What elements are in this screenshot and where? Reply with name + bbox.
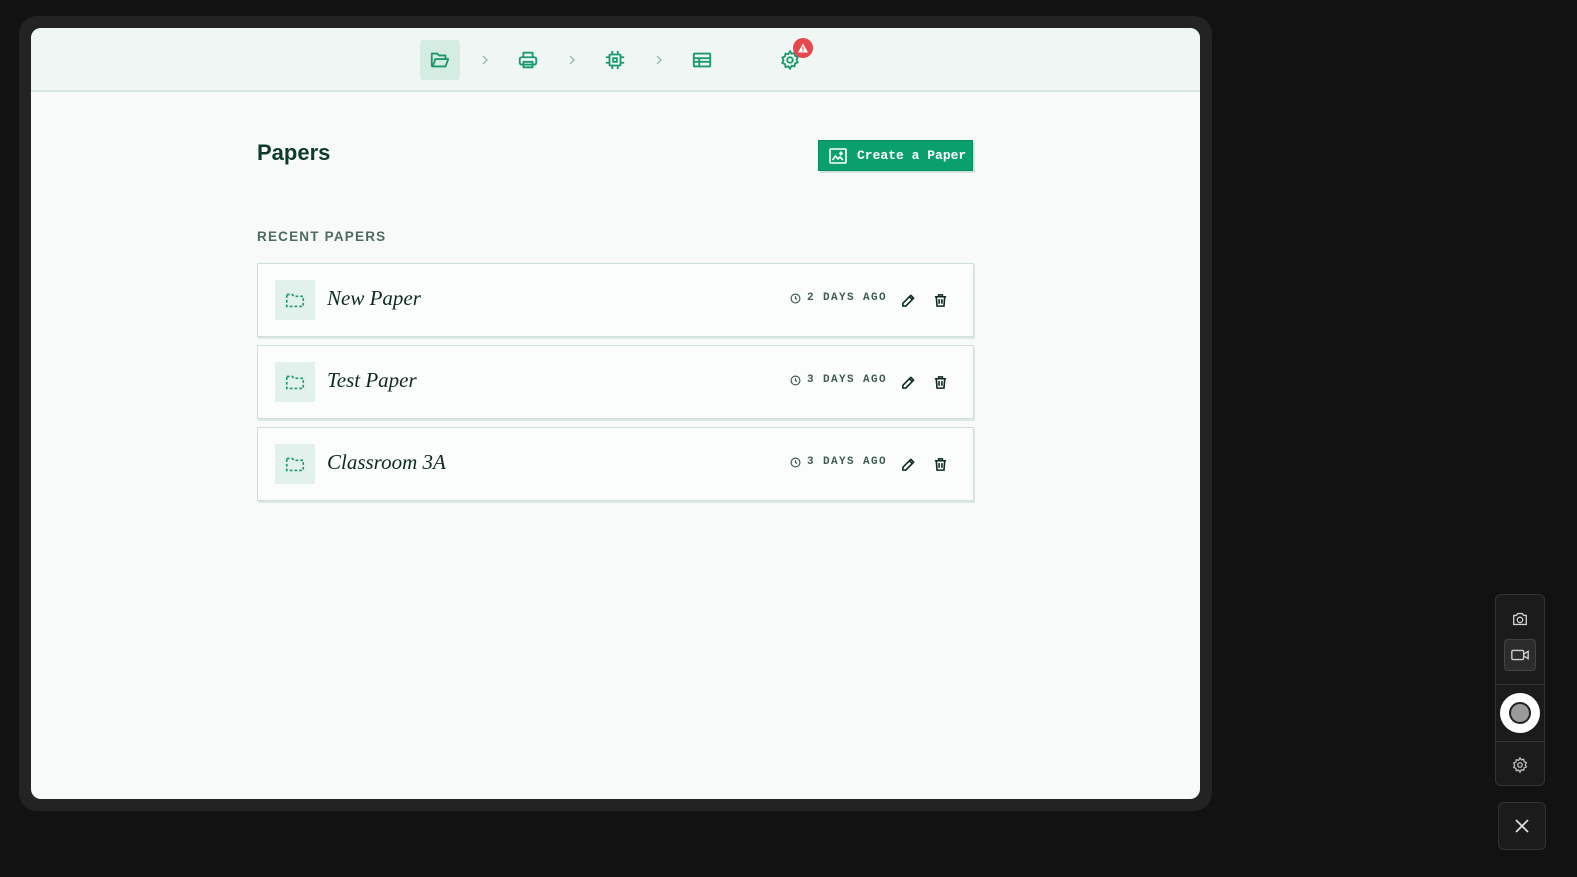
paper-folder-icon	[275, 444, 315, 484]
clock-icon	[790, 457, 801, 467]
paper-name: Classroom 3A	[327, 450, 446, 474]
table-icon	[692, 52, 712, 68]
paper-name: New Paper	[327, 286, 421, 310]
recorder-panel	[1495, 594, 1545, 786]
recorder-settings-button[interactable]	[1504, 749, 1536, 781]
warning-icon	[798, 43, 808, 53]
step-process-button[interactable]	[595, 40, 635, 80]
trash-icon	[934, 375, 946, 389]
paper-list: New Paper 2 DAYS AGO Test Paper 3 DAYS A…	[257, 263, 974, 509]
printer-icon	[518, 51, 538, 69]
paper-row[interactable]: Test Paper 3 DAYS AGO	[257, 345, 974, 419]
close-icon	[1515, 819, 1529, 833]
delete-button[interactable]	[930, 454, 950, 474]
create-paper-label: Create a Paper	[857, 148, 967, 163]
cpu-chip-icon	[605, 50, 625, 70]
step-files-button[interactable]	[420, 40, 460, 80]
step-table-button[interactable]	[682, 40, 722, 80]
gear-icon	[1512, 756, 1528, 774]
video-icon	[1511, 649, 1529, 661]
record-button[interactable]	[1500, 693, 1540, 733]
record-icon	[1509, 702, 1531, 724]
chevron-right-icon	[562, 50, 582, 70]
folder-open-icon	[430, 52, 450, 68]
divider	[1496, 741, 1544, 742]
pencil-icon	[901, 458, 914, 471]
step-print-button[interactable]	[508, 40, 548, 80]
page-title: Papers	[257, 140, 331, 165]
video-record-button[interactable]	[1504, 639, 1536, 671]
screenshot-button[interactable]	[1504, 603, 1536, 635]
paper-name: Test Paper	[327, 368, 417, 392]
alert-badge	[793, 38, 813, 58]
paper-time-label: 3 DAYS AGO	[807, 374, 888, 386]
paper-timestamp: 3 DAYS AGO	[790, 456, 887, 468]
pencil-icon	[901, 376, 914, 389]
pencil-icon	[901, 294, 914, 307]
paper-folder-icon	[275, 362, 315, 402]
paper-row[interactable]: New Paper 2 DAYS AGO	[257, 263, 974, 337]
add-image-icon	[829, 147, 847, 164]
paper-timestamp: 2 DAYS AGO	[790, 292, 887, 304]
paper-row[interactable]: Classroom 3A 3 DAYS AGO	[257, 427, 974, 501]
camera-icon	[1513, 612, 1527, 626]
create-paper-button[interactable]: Create a Paper	[818, 140, 973, 171]
delete-button[interactable]	[930, 290, 950, 310]
trash-icon	[934, 457, 946, 471]
clock-icon	[790, 375, 801, 385]
paper-folder-icon	[275, 280, 315, 320]
paper-time-label: 3 DAYS AGO	[807, 456, 888, 468]
chevron-right-icon	[649, 50, 669, 70]
trash-icon	[934, 293, 946, 307]
edit-button[interactable]	[898, 290, 918, 310]
edit-button[interactable]	[898, 372, 918, 392]
workflow-stepper	[31, 28, 1200, 92]
edit-button[interactable]	[898, 454, 918, 474]
delete-button[interactable]	[930, 372, 950, 392]
clock-icon	[790, 293, 801, 303]
paper-timestamp: 3 DAYS AGO	[790, 374, 887, 386]
section-label: RECENT PAPERS	[257, 229, 387, 244]
chevron-right-icon	[475, 50, 495, 70]
divider	[1496, 684, 1544, 685]
app-screen: Papers Create a Paper RECENT PAPERS New …	[31, 28, 1200, 799]
paper-time-label: 2 DAYS AGO	[807, 292, 888, 304]
close-button[interactable]	[1498, 802, 1546, 850]
